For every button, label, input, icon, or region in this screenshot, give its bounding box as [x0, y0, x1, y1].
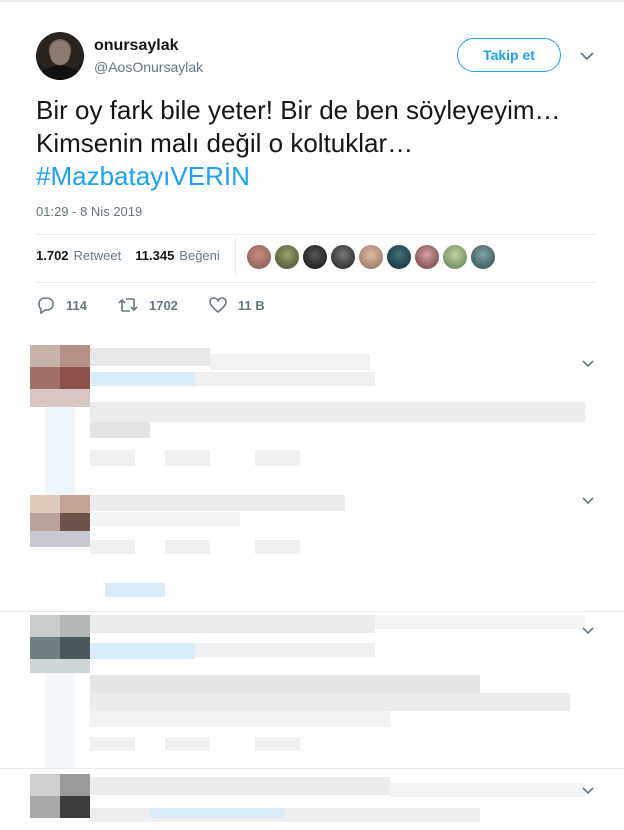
pixel-block — [255, 450, 300, 466]
pixel-block — [90, 422, 150, 438]
stats-divider — [235, 238, 236, 276]
tweet-line-1: Bir oy fark bile yeter! Bir de ben söyle… — [36, 95, 561, 125]
avatar-shoulders — [42, 66, 78, 80]
pixel-block — [30, 531, 90, 547]
pixel-block — [30, 495, 60, 513]
pixel-block — [60, 774, 90, 796]
pixel-block — [165, 540, 210, 554]
chevron-down-icon[interactable] — [582, 497, 594, 505]
pixel-block — [90, 512, 240, 526]
reply-count: 114 — [66, 297, 87, 313]
pixel-block — [105, 583, 165, 597]
pixel-block — [60, 637, 90, 659]
pixel-block — [90, 643, 195, 659]
replies-pixelated — [0, 340, 624, 830]
pixel-block — [45, 673, 75, 768]
liker-avatars — [247, 245, 495, 269]
tweet-text: Bir oy fark bile yeter! Bir de ben söyle… — [36, 94, 596, 193]
liker-avatar[interactable] — [331, 245, 355, 269]
avatar-face — [50, 41, 70, 65]
liker-avatar[interactable] — [247, 245, 271, 269]
liker-avatar[interactable] — [303, 245, 327, 269]
pixel-block — [90, 348, 210, 366]
pixel-block — [90, 402, 585, 422]
pixel-block — [90, 711, 390, 727]
pixel-block — [60, 796, 90, 818]
retweet-action[interactable]: 1702 — [117, 296, 178, 314]
pixel-block — [165, 737, 210, 751]
hashtag-link[interactable]: #MazbatayıVERİN — [36, 160, 596, 193]
pixel-block — [30, 345, 60, 367]
pixel-block — [90, 693, 570, 711]
pixel-block — [30, 389, 90, 407]
pixel-block — [90, 540, 135, 554]
pixel-block — [375, 615, 585, 629]
follow-button[interactable]: Takip et — [457, 38, 561, 72]
pixel-block — [165, 450, 210, 466]
pixel-block — [90, 450, 135, 466]
pixel-block — [30, 615, 60, 637]
retweet-label: Retweet — [73, 248, 122, 263]
pixel-block — [60, 513, 90, 531]
pixel-block — [90, 737, 135, 751]
divider — [36, 234, 598, 235]
pixel-block — [195, 643, 375, 657]
divider — [36, 282, 598, 283]
chevron-down-icon[interactable] — [582, 360, 594, 368]
pixel-block — [255, 540, 300, 554]
retweet-action-count: 1702 — [148, 297, 178, 313]
pixel-block — [90, 808, 480, 822]
divider — [0, 768, 624, 769]
pixel-block — [30, 367, 60, 389]
like-count: 11.345 — [135, 248, 175, 263]
pixel-block — [150, 808, 285, 818]
pixel-block — [60, 495, 90, 513]
liker-avatar[interactable] — [275, 245, 299, 269]
liker-avatar[interactable] — [415, 245, 439, 269]
pixel-block — [90, 372, 195, 386]
tweet-timestamp[interactable]: 01:29 - 8 Nis 2019 — [36, 204, 142, 219]
liker-avatar[interactable] — [359, 245, 383, 269]
avatar[interactable] — [36, 32, 84, 80]
like-stat[interactable]: 11.345 Beğeni — [135, 248, 220, 263]
retweet-stat[interactable]: 1.702 Retweet — [36, 248, 121, 263]
chevron-down-icon[interactable] — [582, 787, 594, 795]
top-border — [0, 0, 624, 2]
pixel-block — [30, 513, 60, 531]
divider — [0, 611, 624, 612]
pixel-block — [60, 345, 90, 367]
pixel-block — [60, 615, 90, 637]
pixel-block — [90, 495, 345, 511]
pixel-block — [90, 777, 390, 795]
user-handle[interactable]: @AosOnursaylak — [94, 59, 203, 75]
tweet-stats: 1.702 Retweet 11.345 Beğeni — [36, 248, 220, 263]
chevron-down-icon[interactable] — [580, 52, 594, 61]
display-name[interactable]: onursaylak — [94, 37, 178, 55]
pixel-block — [30, 796, 60, 818]
like-action-count: 11 B — [237, 297, 265, 313]
pixel-block — [90, 675, 480, 693]
liker-avatar[interactable] — [471, 245, 495, 269]
tweet-line-2: Kimsenin malı değil o koltuklar… — [36, 128, 414, 158]
liker-avatar[interactable] — [387, 245, 411, 269]
pixel-block — [60, 367, 90, 389]
retweet-count: 1.702 — [36, 248, 69, 263]
pixel-block — [255, 737, 300, 751]
pixel-block — [30, 774, 60, 796]
pixel-block — [30, 659, 90, 673]
pixel-block — [390, 783, 585, 797]
liker-avatar[interactable] — [443, 245, 467, 269]
tweet-actions: 114 1702 11 B — [36, 296, 295, 314]
heart-icon — [208, 296, 228, 314]
pixel-block — [90, 615, 375, 633]
like-label: Beğeni — [179, 248, 220, 263]
pixel-block — [30, 637, 60, 659]
reply-action[interactable]: 114 — [36, 296, 87, 314]
retweet-icon — [117, 296, 139, 314]
like-action[interactable]: 11 B — [208, 296, 265, 314]
pixel-block — [210, 354, 370, 370]
reply-icon — [36, 296, 56, 314]
pixel-block — [195, 372, 375, 386]
chevron-down-icon[interactable] — [582, 627, 594, 635]
